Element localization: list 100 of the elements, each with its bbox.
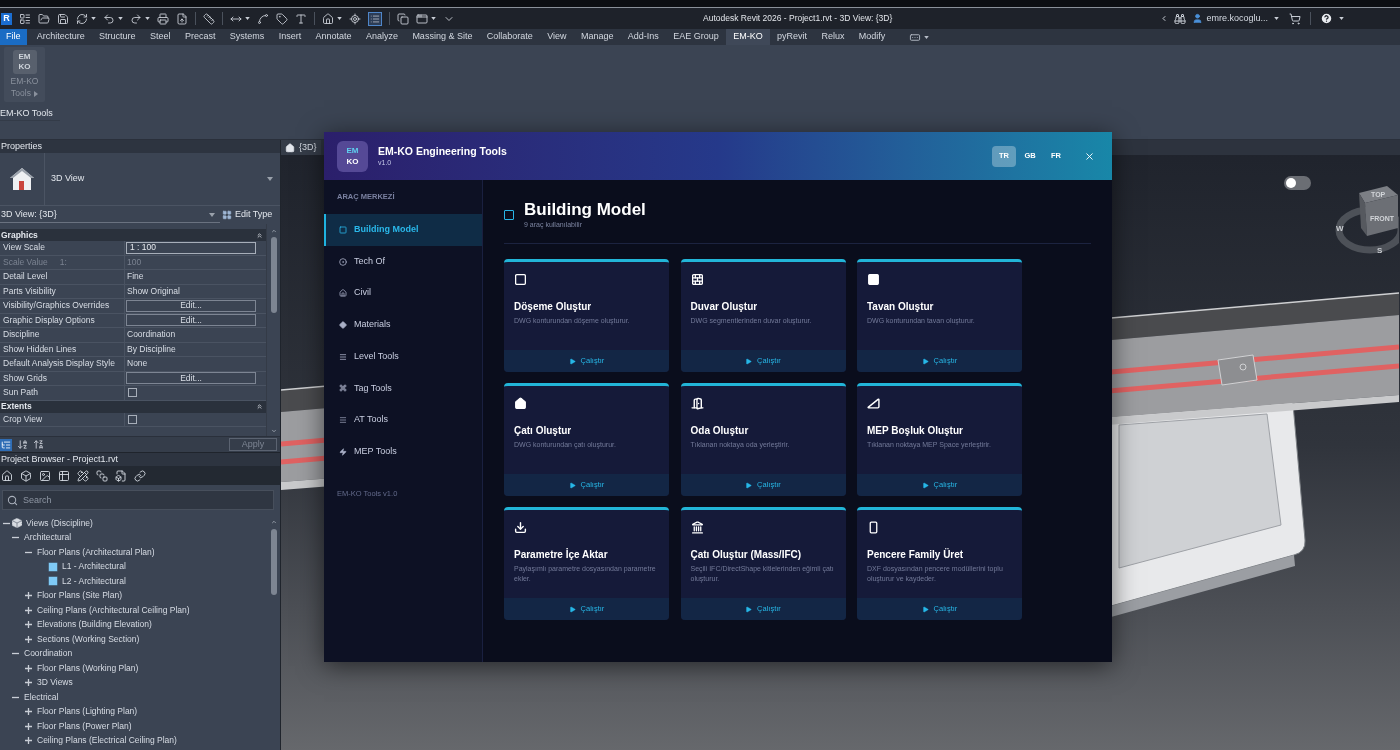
ribbon-tab[interactable]: Relux [814, 29, 852, 45]
expand-icon[interactable] [25, 606, 32, 614]
tree-item[interactable]: Floor Plans (Working Plan) [37, 661, 139, 675]
pencil-ruler-icon[interactable] [77, 469, 89, 482]
cube-icon[interactable] [20, 469, 32, 482]
scrollbar[interactable] [271, 529, 277, 595]
sidebar-item[interactable]: AT Tools [324, 404, 482, 436]
undo-icon[interactable] [103, 12, 115, 25]
tree-item[interactable]: Electrical [24, 690, 59, 704]
tree-item[interactable]: Coordination [24, 647, 73, 661]
caret-icon[interactable] [91, 17, 96, 20]
ribbon-tab[interactable]: EM-KO [725, 29, 770, 45]
caret-icon[interactable] [923, 35, 929, 39]
checkbox[interactable] [128, 388, 137, 398]
ribbon-tab[interactable]: Add-Ins [620, 29, 667, 45]
file-box-icon[interactable] [115, 469, 127, 482]
save-icon[interactable] [57, 12, 69, 25]
tree-item[interactable]: Floor Plans (Lighting Plan) [37, 705, 138, 719]
edit-button[interactable]: Edit... [126, 372, 256, 385]
ellipsis-box-icon[interactable] [908, 31, 921, 43]
table-icon[interactable] [58, 469, 70, 482]
house-icon[interactable] [322, 12, 334, 25]
edit-type-button[interactable]: Edit Type [222, 208, 273, 222]
sidebar-item[interactable]: Level Tools [324, 340, 482, 373]
image-icon[interactable] [39, 469, 51, 482]
binoculars-icon[interactable] [1174, 12, 1187, 25]
value-field[interactable]: 1 : 100 [126, 241, 256, 254]
copy-icon[interactable] [397, 12, 409, 25]
folder-icon[interactable] [38, 12, 50, 25]
ribbon-tab[interactable]: Structure [91, 29, 143, 45]
tree-item[interactable]: Sections (Working Section) [37, 632, 140, 646]
caret-icon[interactable] [337, 17, 342, 20]
tree-item[interactable]: Ceiling Plans (Architectural Ceiling Plan) [37, 603, 190, 617]
ribbon-tab[interactable]: Annotate [308, 29, 359, 45]
ribbon-tab[interactable]: Analyze [358, 29, 406, 45]
sidebar-item[interactable]: MEP Tools [324, 435, 482, 468]
search-field[interactable]: Search [2, 490, 274, 510]
cart-icon[interactable] [1289, 12, 1301, 25]
sidebar-item[interactable]: Tag Tools [324, 372, 482, 405]
sort-ascending-icon[interactable] [17, 439, 28, 450]
collapse-icon[interactable] [256, 231, 263, 239]
ruler-icon[interactable] [203, 12, 215, 25]
sort-descending-icon[interactable] [33, 439, 44, 450]
file-tab[interactable]: File [0, 29, 27, 45]
sync-icon[interactable] [76, 12, 88, 25]
ribbon-tab[interactable]: Steel [142, 29, 178, 45]
redo-icon[interactable] [130, 12, 142, 25]
list-icon[interactable] [368, 11, 382, 26]
ribbon-tab[interactable]: Insert [271, 29, 309, 45]
text-icon[interactable] [295, 12, 307, 25]
scroll-up-icon[interactable] [270, 519, 278, 525]
tree-item[interactable]: L1 - Architectural [62, 560, 126, 574]
tree-item[interactable]: Floor Plans (Power Plan) [37, 719, 132, 733]
instance-selector[interactable]: 3D View: {3D} [0, 207, 220, 223]
user-name[interactable]: emre.kocoglu... [1206, 11, 1268, 26]
tree-item[interactable]: Views (Discipline) [26, 516, 93, 530]
caret-icon[interactable] [245, 17, 250, 20]
expand-icon[interactable] [25, 621, 32, 629]
document-tab[interactable]: {3D} [281, 140, 321, 155]
caret-icon[interactable] [431, 17, 436, 20]
ribbon-tab[interactable]: pyRevit [769, 29, 815, 45]
tree-item[interactable]: Floor Plans (Site Plan) [37, 589, 123, 603]
tree-item[interactable]: Floor Plans (Architectural Plan) [37, 545, 155, 559]
print-icon[interactable] [157, 12, 169, 25]
viewcube-icon[interactable] [1335, 186, 1399, 256]
spline-icon[interactable] [257, 12, 269, 25]
expand-icon[interactable] [25, 592, 32, 600]
scroll-down-icon[interactable] [269, 428, 278, 434]
scrollbar[interactable] [270, 237, 277, 313]
target-icon[interactable] [349, 12, 361, 25]
link-icon[interactable] [134, 469, 146, 482]
expand-icon[interactable] [25, 722, 32, 730]
caret-icon[interactable] [145, 17, 150, 20]
tag-icon[interactable] [276, 12, 288, 25]
caret-icon[interactable] [118, 17, 123, 20]
app-logo[interactable]: R [1, 12, 12, 25]
scroll-left-icon[interactable] [1160, 14, 1169, 23]
ribbon-tab[interactable]: Systems [222, 29, 272, 45]
tree-item[interactable]: 3D Views [37, 676, 73, 690]
sidebar-item[interactable]: Materials [324, 309, 482, 341]
expand-icon[interactable] [25, 635, 32, 643]
tree-item[interactable]: Elevations (Building Elevation) [37, 618, 152, 632]
scroll-up-icon[interactable] [269, 228, 278, 234]
ribbon-tab[interactable]: View [540, 29, 574, 45]
tree-item[interactable]: Ceiling Plans (Electrical Ceiling Plan) [37, 734, 177, 748]
expand-icon[interactable] [25, 708, 32, 716]
sidebar-item[interactable]: Civil [324, 277, 482, 310]
ribbon-tab[interactable]: Manage [573, 29, 621, 45]
ribbon-tab[interactable]: Precast [177, 29, 223, 45]
toggle-switch[interactable] [1284, 176, 1311, 190]
ribbon-tab[interactable]: Architecture [29, 29, 92, 45]
edit-button[interactable]: Edit... [126, 314, 256, 327]
search-input[interactable]: Search [23, 492, 269, 508]
type-selector[interactable]: 3D View [0, 153, 280, 206]
help-icon[interactable] [1320, 12, 1333, 25]
expand-icon[interactable] [25, 737, 32, 745]
ribbon-tab[interactable]: Massing & Site [405, 29, 480, 45]
caret-icon[interactable] [1339, 17, 1344, 20]
sidebar-item[interactable]: Tech Of [324, 245, 482, 278]
ribbon-tab[interactable]: Modify [851, 29, 893, 45]
